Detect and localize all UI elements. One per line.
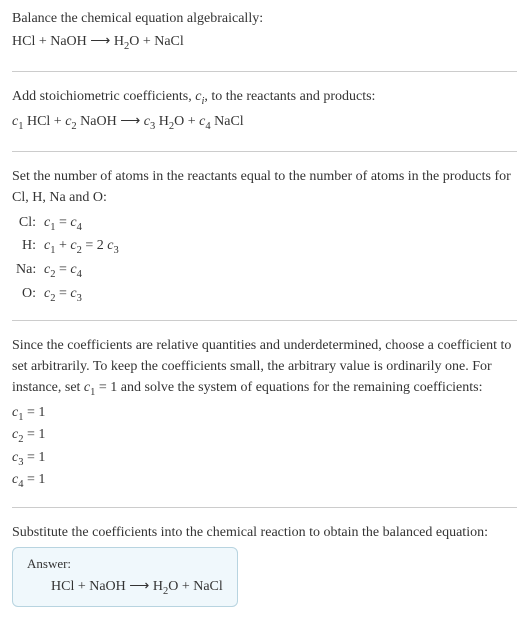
answer-eq-b: O + NaCl (168, 579, 223, 594)
divider (12, 320, 517, 321)
intro-section: Balance the chemical equation algebraica… (12, 8, 517, 57)
divider (12, 71, 517, 72)
intro-eq-b: O + NaCl (129, 34, 184, 49)
atom-row: Cl: c1 = c4 (16, 212, 517, 236)
t1: HCl + (23, 114, 65, 129)
answer-label: Answer: (27, 556, 223, 572)
intro-equation: HCl + NaOH ⟶ H2O + NaCl (12, 29, 517, 57)
answer-box: Answer: HCl + NaOH ⟶ H2O + NaCl (12, 547, 238, 608)
stoich-section: Add stoichiometric coefficients, ci, to … (12, 86, 517, 137)
coef-line: c2 = 1 (12, 425, 517, 447)
atom-row: Na: c2 = c4 (16, 259, 517, 283)
stoich-title: Add stoichiometric coefficients, ci, to … (12, 86, 517, 110)
coef-list: c1 = 1 c2 = 1 c3 = 1 c4 = 1 (12, 403, 517, 493)
t3: H (155, 114, 169, 129)
solve-section: Since the coefficients are relative quan… (12, 335, 517, 492)
atom-row: O: c2 = c3 (16, 283, 517, 307)
atom-row: H: c1 + c2 = 2 c3 (16, 235, 517, 259)
atom-eq: c2 = c4 (44, 259, 82, 283)
solve-title: Since the coefficients are relative quan… (12, 335, 517, 401)
atom-table: Cl: c1 = c4 H: c1 + c2 = 2 c3 Na: c2 = c… (16, 212, 517, 306)
atoms-title: Set the number of atoms in the reactants… (12, 166, 517, 208)
atom-eq: c1 + c2 = 2 c3 (44, 235, 119, 259)
atom-label: Cl: (16, 212, 44, 233)
solve-title-b: = 1 and solve the system of equations fo… (95, 380, 482, 395)
divider (12, 507, 517, 508)
coef-line: c3 = 1 (12, 448, 517, 470)
intro-title: Balance the chemical equation algebraica… (12, 8, 517, 29)
stoich-title-b: , to the reactants and products: (204, 89, 375, 104)
stoich-title-a: Add stoichiometric coefficients, (12, 89, 195, 104)
atom-label: Na: (16, 259, 44, 280)
t4: O + (174, 114, 199, 129)
atom-label: H: (16, 235, 44, 256)
atom-eq: c2 = c3 (44, 283, 82, 307)
coef-line: c1 = 1 (12, 403, 517, 425)
intro-eq-a: HCl + NaOH ⟶ H (12, 34, 124, 49)
substitute-section: Substitute the coefficients into the che… (12, 522, 517, 608)
atom-eq: c1 = c4 (44, 212, 82, 236)
answer-eq-a: HCl + NaOH ⟶ H (51, 579, 163, 594)
t5: NaCl (211, 114, 244, 129)
coef-line: c4 = 1 (12, 470, 517, 492)
divider (12, 151, 517, 152)
substitute-title: Substitute the coefficients into the che… (12, 522, 517, 543)
t2: NaOH ⟶ (77, 114, 144, 129)
answer-equation: HCl + NaOH ⟶ H2O + NaCl (27, 578, 223, 597)
atoms-section: Set the number of atoms in the reactants… (12, 166, 517, 306)
atom-label: O: (16, 283, 44, 304)
stoich-equation: c1 HCl + c2 NaOH ⟶ c3 H2O + c4 NaCl (12, 109, 517, 137)
